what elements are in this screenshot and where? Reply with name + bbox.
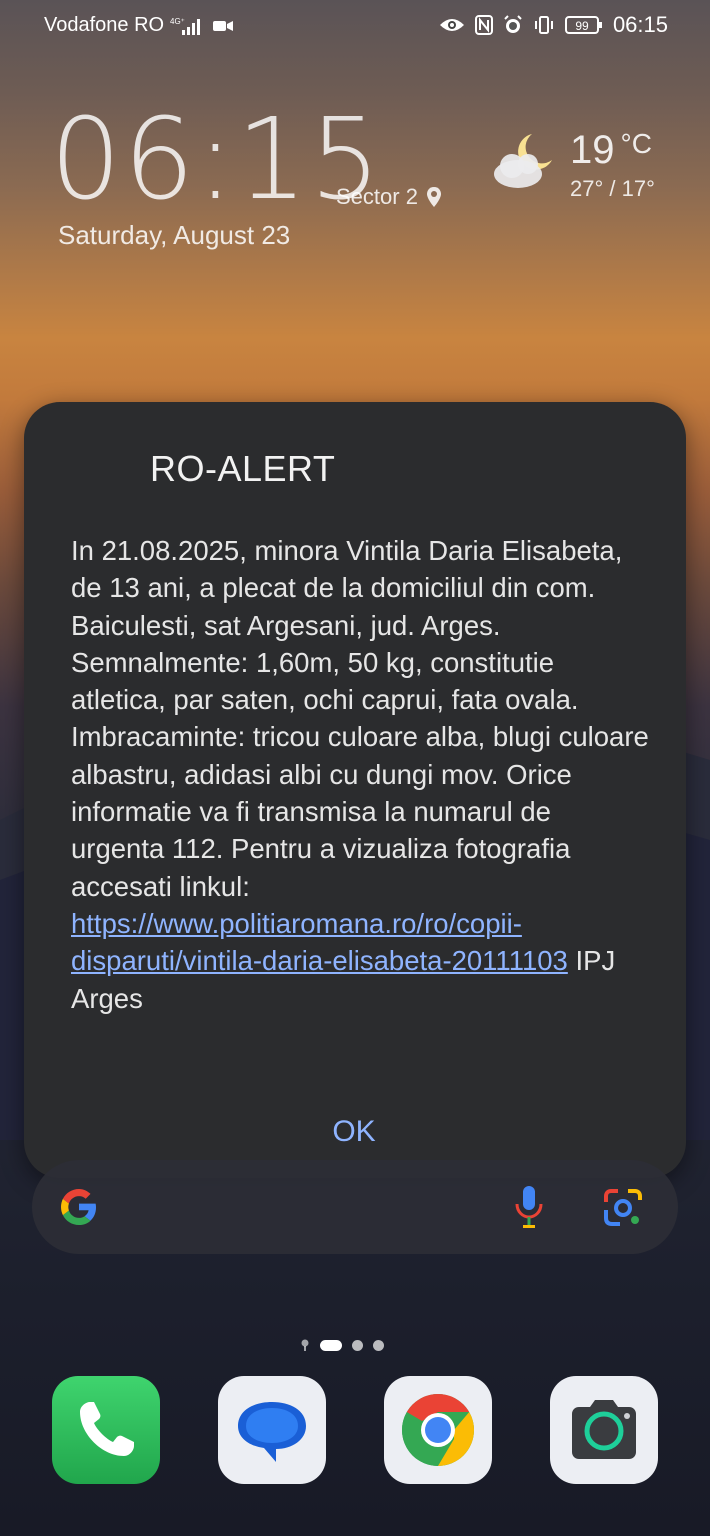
temp-unit: °C [620,128,652,159]
video-call-icon [213,20,234,31]
search-page-icon [301,1339,309,1351]
page-dot [352,1339,363,1351]
location-pin-icon [426,187,441,207]
alert-dialog: RO-ALERT In 21.08.2025, minora Vintila D… [24,402,686,1178]
alert-title: RO-ALERT [150,448,336,489]
ok-button[interactable]: OK [304,1108,404,1156]
battery-icon: 99 [564,16,602,34]
chrome-icon [401,1394,475,1466]
eye-icon [439,19,464,31]
location-label: Sector 2 [336,184,418,209]
camera-icon [572,1400,636,1459]
chrome-app[interactable] [384,1376,492,1484]
messages-icon [238,1402,306,1462]
clock-location: Sector 2 [336,184,442,210]
google-search-bar[interactable] [32,1160,678,1254]
svg-text:99: 99 [575,19,589,33]
carrier-group: Vodafone RO 4G⁺ [44,14,234,37]
phone-icon [80,1402,134,1456]
phone-app[interactable] [52,1376,160,1484]
camera-app[interactable] [550,1376,658,1484]
clock-time[interactable]: 06:15 [50,104,383,216]
temp-value: 19 [570,128,615,172]
partly-cloudy-night-icon[interactable] [490,128,560,194]
page-indicator[interactable] [300,1336,384,1354]
clock-date: Saturday, August 23 [58,220,291,250]
status-time: 06:15 [612,12,668,37]
google-lens-icon[interactable] [602,1188,644,1228]
nfc-icon [474,15,493,35]
carrier-name: Vodafone RO [44,14,165,36]
svg-text:4G⁺: 4G⁺ [170,17,185,26]
vibrate-icon [534,16,553,34]
messages-app[interactable] [218,1376,326,1484]
alert-link[interactable]: https://www.politiaromana.ro/ro/copii-di… [71,908,568,976]
microphone-icon[interactable] [512,1184,546,1230]
google-logo-icon[interactable] [56,1184,102,1230]
signal-icon: 4G⁺ [170,17,201,35]
weather-range: 27° / 17° [570,176,655,201]
page-dot [373,1339,384,1351]
alarm-icon [504,15,522,33]
weather-temp[interactable]: 19 °C [570,128,652,173]
page-dot-active [320,1339,342,1351]
alert-message: In 21.08.2025, minora Vintila Daria Elis… [71,532,651,1017]
status-bar: Vodafone RO 4G⁺ 99 06:15 [0,0,710,52]
alert-body-text: In 21.08.2025, minora Vintila Daria Elis… [71,535,649,902]
status-icons: 99 06:15 [439,12,668,38]
